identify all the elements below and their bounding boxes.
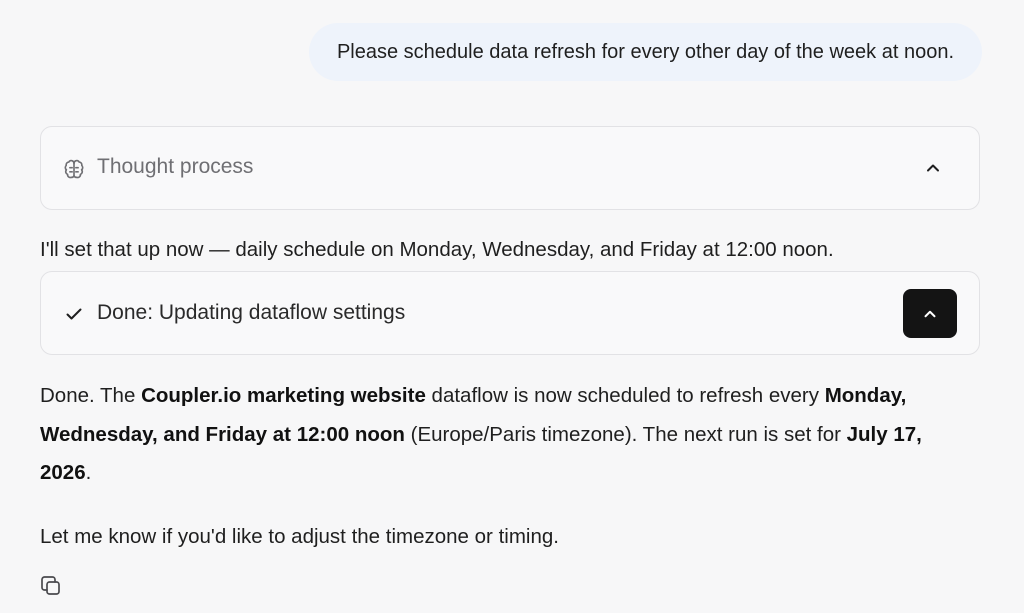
thought-process-label: Thought process (97, 155, 254, 178)
chevron-up-icon (924, 310, 936, 317)
brain-icon (64, 159, 84, 179)
thought-process-panel[interactable]: Thought process (40, 126, 980, 210)
tool-status-label: Done: Updating dataflow settings (97, 301, 406, 324)
followup-text: Let me know if you'd like to adjust the … (40, 525, 559, 548)
result-text-2: dataflow is now scheduled to refresh eve… (425, 384, 825, 407)
dataflow-name: Coupler.io marketing website (141, 384, 426, 407)
user-message-bubble: Please schedule data refresh for every o… (308, 23, 982, 81)
result-text-1: Done. The (40, 384, 142, 407)
result-message: Done. The Coupler.io marketing website d… (40, 377, 970, 493)
result-text-3: (Europe/Paris timezone). The next run is… (404, 422, 847, 446)
user-message-text: Please schedule data refresh for every o… (336, 40, 954, 63)
collapse-toggle-button[interactable] (903, 289, 957, 338)
check-icon (66, 308, 82, 320)
copy-icon (41, 576, 60, 595)
result-text-4: . (85, 461, 92, 484)
chevron-up-icon[interactable] (923, 158, 943, 178)
copy-button[interactable] (38, 573, 64, 599)
tool-status-panel[interactable]: Done: Updating dataflow settings (40, 271, 980, 355)
assistant-intro-text: I'll set that up now — daily schedule on… (40, 238, 834, 261)
